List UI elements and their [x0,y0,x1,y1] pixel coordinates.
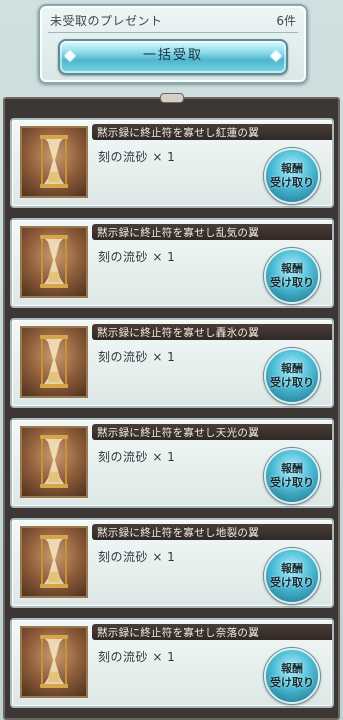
present-count: 6件 [276,14,296,28]
receive-button-line1: 報酬 [281,362,303,375]
gift-card: 黙示録に終止符を寡せし天光の翼 刻の流砂 × 1 報酬 受け取り [10,418,334,508]
gift-card: 黙示録に終止符を寡せし紅蓮の翼 刻の流砂 × 1 報酬 受け取り [10,118,334,208]
receive-button-line1: 報酬 [281,662,303,675]
receive-button-line2: 受け取り [270,476,314,489]
receive-button-line1: 報酬 [281,162,303,175]
gift-item-text: 刻の流砂 × 1 [98,550,176,564]
header-title: 未受取のプレゼント [50,14,163,28]
gift-item-text: 刻の流砂 × 1 [98,250,176,264]
claim-all-label: 一括受取 [142,48,203,63]
gift-title: 黙示録に終止符を寡せし奈落の翼 [97,627,259,639]
hourglass-icon [20,526,88,598]
receive-reward-button[interactable]: 報酬 受け取り [264,348,320,404]
receive-reward-button[interactable]: 報酬 受け取り [264,248,320,304]
gift-title: 黙示録に終止符を寡せし乱気の翼 [97,227,259,239]
gift-title: 黙示録に終止符を寡せし紅蓮の翼 [97,127,259,139]
diamond-ornament-icon [64,50,76,62]
gift-item-text: 刻の流砂 × 1 [98,450,176,464]
claim-all-button[interactable]: 一括受取 [58,39,288,75]
present-header-panel: 未受取のプレゼント 6件 一括受取 [38,4,308,84]
hourglass-icon [20,126,88,198]
receive-reward-button[interactable]: 報酬 受け取り [264,148,320,204]
gift-card: 黙示録に終止符を寡せし乱気の翼 刻の流砂 × 1 報酬 受け取り [10,218,334,308]
gift-title: 黙示録に終止符を寡せし轟氷の翼 [97,327,259,339]
frame-ornament [160,93,184,103]
receive-button-line2: 受け取り [270,376,314,389]
receive-reward-button[interactable]: 報酬 受け取り [264,448,320,504]
receive-reward-button[interactable]: 報酬 受け取り [264,648,320,704]
hourglass-icon [20,326,88,398]
gift-card: 黙示録に終止符を寡せし地裂の翼 刻の流砂 × 1 報酬 受け取り [10,518,334,608]
gift-item-text: 刻の流砂 × 1 [98,650,176,664]
receive-button-line2: 受け取り [270,576,314,589]
receive-button-line2: 受け取り [270,176,314,189]
gift-card: 黙示録に終止符を寡せし奈落の翼 刻の流砂 × 1 報酬 受け取り [10,618,334,708]
receive-reward-button[interactable]: 報酬 受け取り [264,548,320,604]
gift-card: 黙示録に終止符を寡せし轟氷の翼 刻の流砂 × 1 報酬 受け取り [10,318,334,408]
receive-button-line1: 報酬 [281,262,303,275]
gift-title: 黙示録に終止符を寡せし地裂の翼 [97,527,259,539]
receive-button-line1: 報酬 [281,462,303,475]
hourglass-icon [20,426,88,498]
gift-title-bar: 黙示録に終止符を寡せし奈落の翼 [92,624,332,640]
gift-title-bar: 黙示録に終止符を寡せし乱気の翼 [92,224,332,240]
gift-item-text: 刻の流砂 × 1 [98,350,176,364]
gift-item-text: 刻の流砂 × 1 [98,150,176,164]
hourglass-icon [20,626,88,698]
gift-title-bar: 黙示録に終止符を寡せし天光の翼 [92,424,332,440]
receive-button-line1: 報酬 [281,562,303,575]
receive-button-line2: 受け取り [270,676,314,689]
gift-title: 黙示録に終止符を寡せし天光の翼 [97,427,259,439]
gift-title-bar: 黙示録に終止符を寡せし轟氷の翼 [92,324,332,340]
gift-title-bar: 黙示録に終止符を寡せし地裂の翼 [92,524,332,540]
diamond-ornament-icon [270,50,282,62]
hourglass-icon [20,226,88,298]
receive-button-line2: 受け取り [270,276,314,289]
gift-title-bar: 黙示録に終止符を寡せし紅蓮の翼 [92,124,332,140]
header-divider [48,32,298,33]
